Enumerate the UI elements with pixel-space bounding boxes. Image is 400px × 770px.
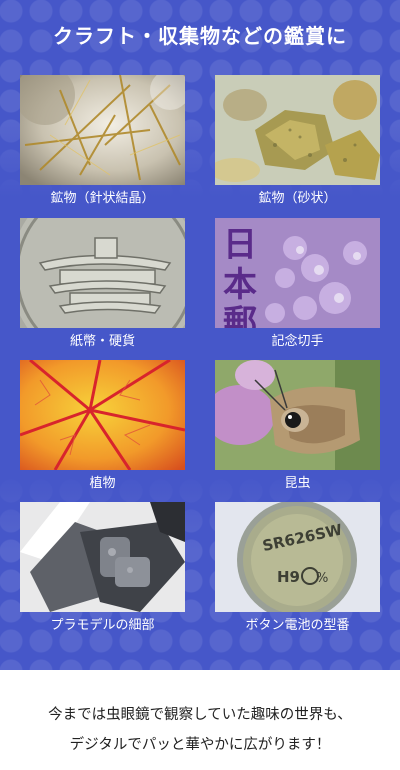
coin-temple-photo: [20, 218, 185, 328]
item-label-insect: 昆虫: [284, 476, 311, 491]
stamp-char-2: 本: [223, 265, 257, 305]
stamp-photo: 日 本 郵: [215, 218, 380, 328]
item-label-stamp: 記念切手: [271, 334, 324, 349]
caption-line-1: 今までは虫眼鏡で観察していた趣味の世界も、: [48, 707, 352, 723]
plastic-model-photo: [20, 502, 185, 612]
caption-line-2: デジタルでパッと華やかに広がります！: [69, 737, 331, 753]
item-label-plant: 植物: [89, 476, 116, 491]
item-label-coin: 紙幣・硬貨: [69, 334, 135, 349]
stamp-char-3: 郵: [223, 303, 257, 328]
item-label-battery: ボタン電池の型番: [245, 618, 350, 633]
stamp-char-1: 日: [223, 225, 257, 265]
caption: 今までは虫眼鏡で観察していた趣味の世界も、 デジタルでパッと華やかに広がります！: [0, 700, 400, 760]
item-label-sand: 鉱物（砂状）: [258, 191, 337, 206]
battery-code-text: H9: [277, 568, 300, 586]
item-label-model: プラモデルの細部: [50, 618, 155, 633]
rutile-quartz-photo: [20, 75, 185, 185]
leaf-veins-photo: [20, 360, 185, 470]
mineral-sand-photo: [215, 75, 380, 185]
hero-panel: クラフト・収集物などの鑑賞に 鉱物（針状結晶） 鉱物（砂状） 紙幣・硬貨 日 本…: [0, 0, 400, 670]
battery-suffix-text: %: [316, 571, 328, 586]
butterfly-photo: [215, 360, 380, 470]
item-label-rutile: 鉱物（針状結晶）: [50, 191, 155, 206]
button-battery-photo: SR626SW H9 %: [215, 502, 380, 612]
page-title: クラフト・収集物などの鑑賞に: [53, 24, 347, 48]
